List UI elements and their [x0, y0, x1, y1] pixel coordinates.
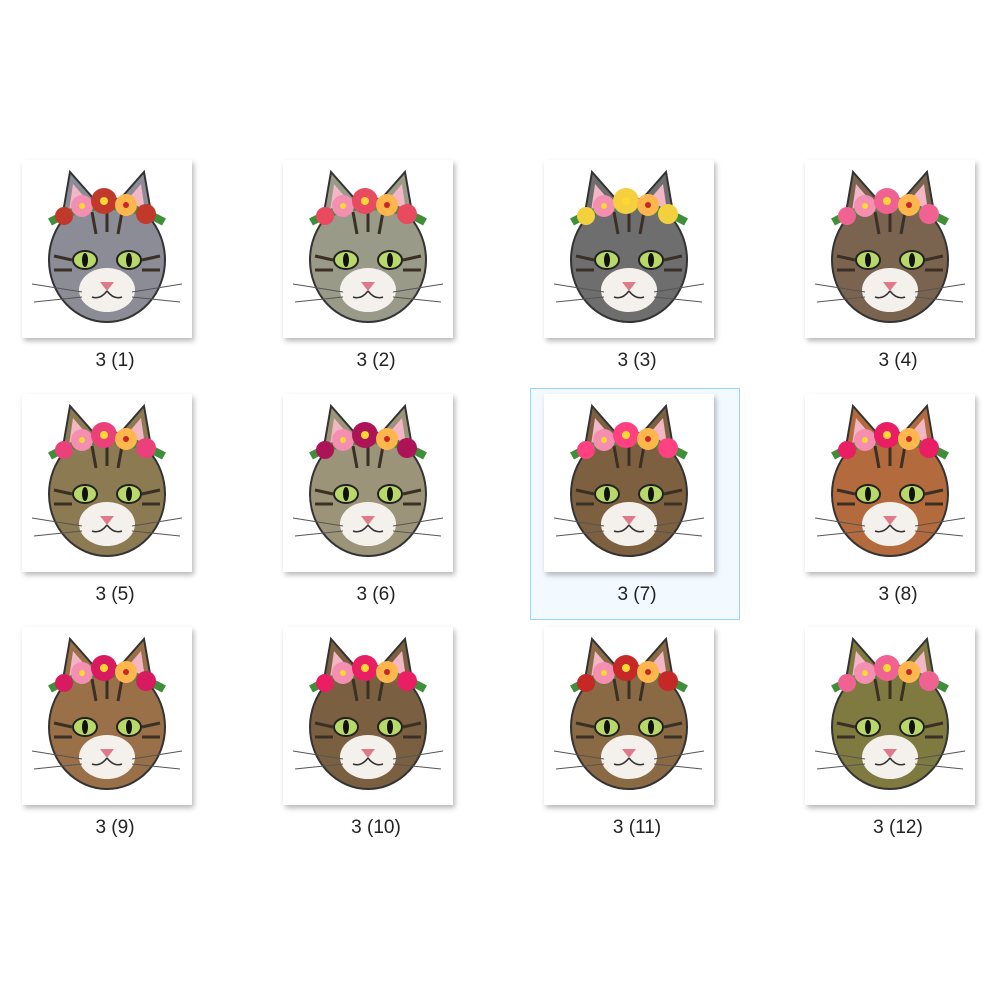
cat-flower-crown-icon — [22, 627, 192, 805]
file-item[interactable]: 3 (7) — [530, 388, 742, 626]
file-thumbnail[interactable] — [805, 394, 975, 572]
file-name-label: 3 (10) — [351, 817, 401, 838]
file-name-label: 3 (5) — [95, 584, 135, 605]
cat-flower-crown-icon — [544, 394, 714, 572]
file-name-label: 3 (2) — [356, 350, 396, 371]
file-thumbnail[interactable] — [22, 394, 192, 572]
file-name-label: 3 (8) — [878, 584, 918, 605]
file-name-label: 3 (6) — [356, 584, 396, 605]
file-name-label: 3 (3) — [617, 350, 657, 371]
file-thumbnail[interactable] — [544, 394, 714, 572]
cat-flower-crown-icon — [805, 160, 975, 338]
file-item[interactable]: 3 (12) — [793, 627, 1000, 859]
file-item[interactable]: 3 (2) — [271, 160, 481, 392]
file-item[interactable]: 3 (10) — [271, 627, 481, 859]
file-thumbnail[interactable] — [544, 627, 714, 805]
cat-flower-crown-icon — [22, 394, 192, 572]
cat-flower-crown-icon — [283, 160, 453, 338]
cat-flower-crown-icon — [805, 394, 975, 572]
file-thumbnail[interactable] — [544, 160, 714, 338]
file-item[interactable]: 3 (6) — [271, 394, 481, 626]
file-item[interactable]: 3 (1) — [10, 160, 220, 392]
cat-flower-crown-icon — [283, 627, 453, 805]
cat-flower-crown-icon — [544, 160, 714, 338]
cat-flower-crown-icon — [805, 627, 975, 805]
file-item[interactable]: 3 (5) — [10, 394, 220, 626]
file-name-label: 3 (1) — [95, 350, 135, 371]
file-thumbnail[interactable] — [22, 160, 192, 338]
file-name-label: 3 (9) — [95, 817, 135, 838]
file-item[interactable]: 3 (4) — [793, 160, 1000, 392]
file-item[interactable]: 3 (8) — [793, 394, 1000, 626]
file-thumbnail[interactable] — [283, 394, 453, 572]
file-grid: 3 (1) 3 (2) 3 (3) 3 (4) 3 (5) 3 (6) 3 (7) 3 (8)… — [0, 0, 1000, 1000]
file-thumbnail[interactable] — [805, 160, 975, 338]
file-name-label: 3 (4) — [878, 350, 918, 371]
cat-flower-crown-icon — [544, 627, 714, 805]
file-name-label: 3 (11) — [612, 817, 662, 838]
file-item[interactable]: 3 (3) — [532, 160, 742, 392]
cat-flower-crown-icon — [22, 160, 192, 338]
file-thumbnail[interactable] — [805, 627, 975, 805]
file-item[interactable]: 3 (9) — [10, 627, 220, 859]
file-name-label: 3 (12) — [873, 817, 923, 838]
cat-flower-crown-icon — [283, 394, 453, 572]
file-thumbnail[interactable] — [283, 160, 453, 338]
file-thumbnail[interactable] — [22, 627, 192, 805]
file-item[interactable]: 3 (11) — [532, 627, 742, 859]
file-name-label: 3 (7) — [617, 584, 657, 605]
file-thumbnail[interactable] — [283, 627, 453, 805]
